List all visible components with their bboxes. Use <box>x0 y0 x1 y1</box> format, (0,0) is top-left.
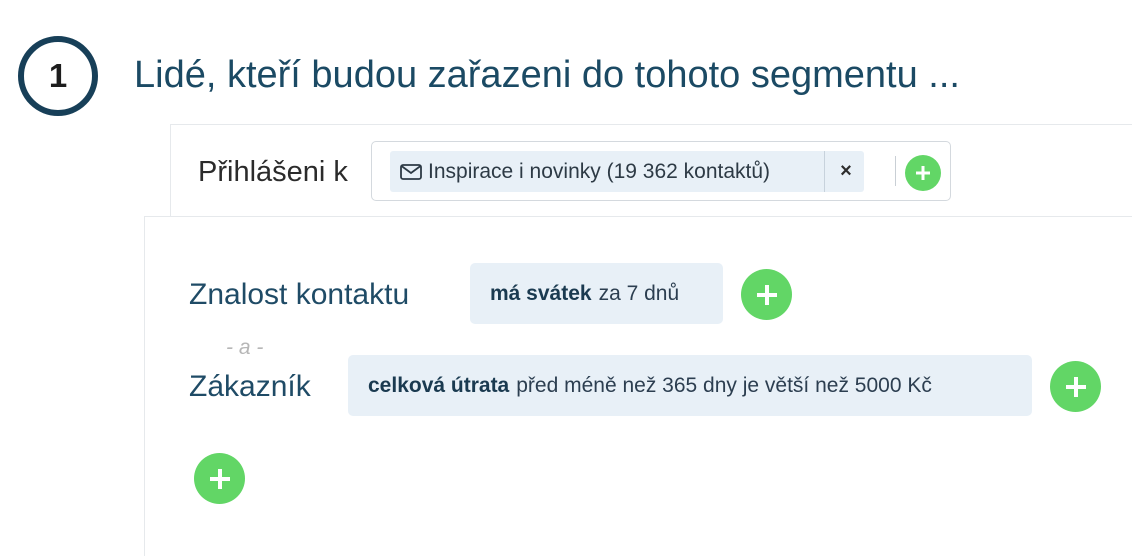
condition-chip-customer[interactable]: celková útrata před méně než 365 dny je … <box>348 355 1032 416</box>
add-subscription-button[interactable] <box>905 155 941 191</box>
step-number: 1 <box>48 57 68 94</box>
condition-chip-bold: má svátek <box>490 281 592 305</box>
plus-icon <box>1065 376 1086 397</box>
select-divider <box>895 156 896 186</box>
condition-label-customer: Zákazník <box>189 370 311 403</box>
add-condition-contact-button[interactable] <box>741 269 792 320</box>
tag-divider <box>824 151 825 192</box>
condition-chip-bold: celková útrata <box>368 373 510 397</box>
add-condition-customer-button[interactable] <box>1050 361 1101 412</box>
step-number-badge: 1 <box>18 36 98 116</box>
condition-chip-text: před méně než 365 dny je větší než 5000 … <box>516 373 932 397</box>
condition-label-contact: Znalost kontaktu <box>189 278 410 311</box>
plus-icon <box>756 284 777 305</box>
remove-tag-icon[interactable]: × <box>836 151 856 192</box>
page-title: Lidé, kteří budou zařazeni do tohoto seg… <box>134 54 960 96</box>
subscription-tag-label: Inspirace i novinky (19 362 kontaktů) <box>428 159 771 183</box>
add-condition-group-button[interactable] <box>194 453 245 504</box>
condition-chip-contact[interactable]: má svátek za 7 dnů <box>470 263 723 324</box>
plus-icon <box>209 468 230 489</box>
condition-chip-text: za 7 dnů <box>598 281 680 305</box>
plus-icon <box>916 166 930 180</box>
subscription-label: Přihlášeni k <box>198 156 348 188</box>
and-separator: - a - <box>226 336 264 359</box>
subscription-tag: Inspirace i novinky (19 362 kontaktů) × <box>390 151 864 192</box>
envelope-icon <box>400 163 422 180</box>
